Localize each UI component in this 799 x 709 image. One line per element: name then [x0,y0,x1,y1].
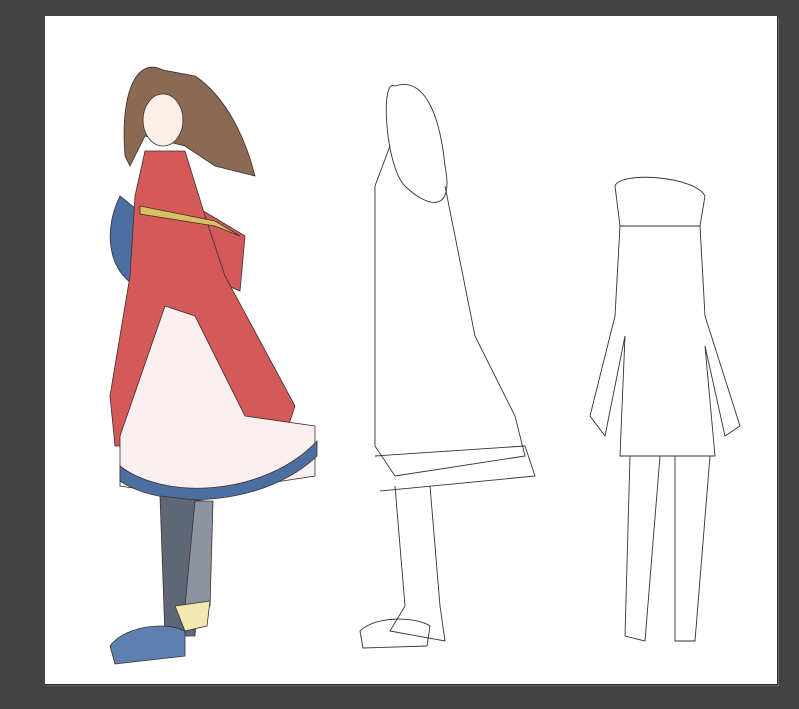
lineart-back-view [589,176,741,642]
shoe-left [109,625,186,665]
lineart-side-view [359,84,536,649]
drawing-canvas[interactable] [45,16,777,684]
artwork [109,66,741,665]
colored-figure [109,66,318,665]
face [142,93,184,147]
